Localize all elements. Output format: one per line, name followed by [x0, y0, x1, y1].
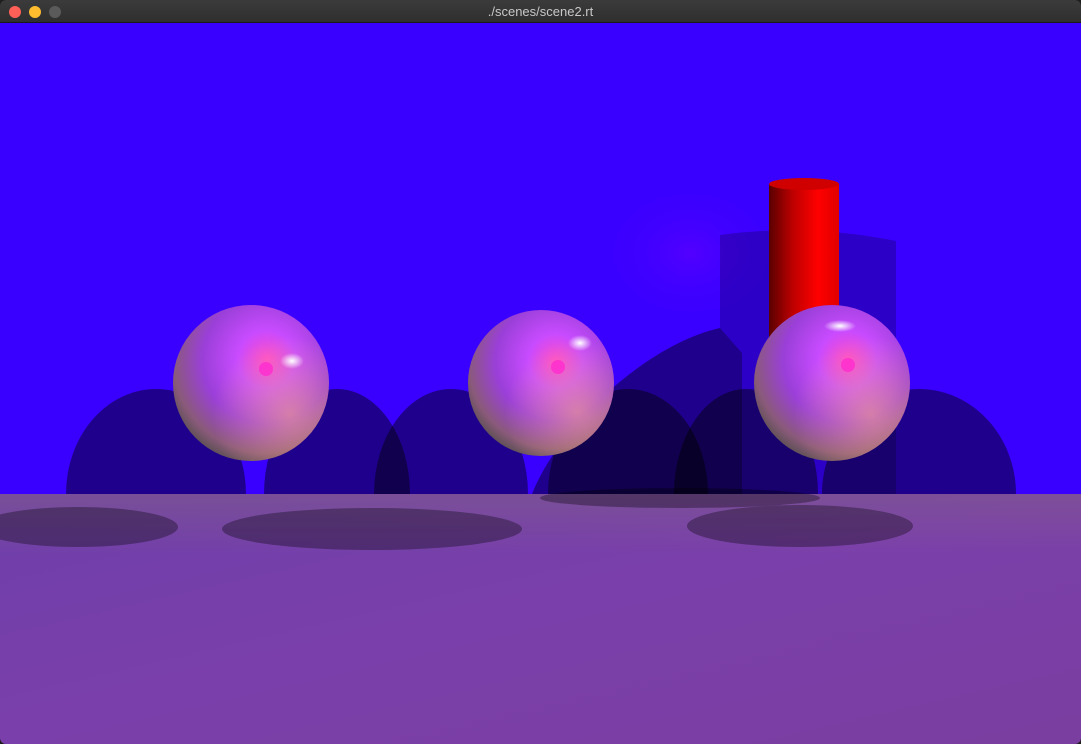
- title-bar[interactable]: ./scenes/scene2.rt: [0, 0, 1081, 23]
- sphere-middle: [468, 310, 614, 456]
- floor-shadow: [222, 508, 522, 550]
- render-viewport: [0, 23, 1081, 744]
- sphere-left: [173, 305, 329, 461]
- floor-shadow: [687, 505, 913, 547]
- window-title: ./scenes/scene2.rt: [487, 4, 594, 19]
- sphere-specular: [280, 353, 304, 369]
- sphere-highlight: [841, 358, 855, 372]
- sphere-specular: [824, 320, 856, 332]
- sphere-highlight: [551, 360, 565, 374]
- rendered-scene: [0, 23, 1081, 744]
- sphere-highlight: [259, 362, 273, 376]
- sphere-right: [754, 305, 910, 461]
- floor-shadow: [540, 488, 820, 508]
- app-window: ./scenes/scene2.rt: [0, 0, 1081, 744]
- sphere-rim-light: [173, 305, 329, 461]
- sphere-specular: [568, 335, 592, 351]
- cylinder-top: [769, 178, 839, 190]
- sphere-rim-light: [468, 310, 614, 456]
